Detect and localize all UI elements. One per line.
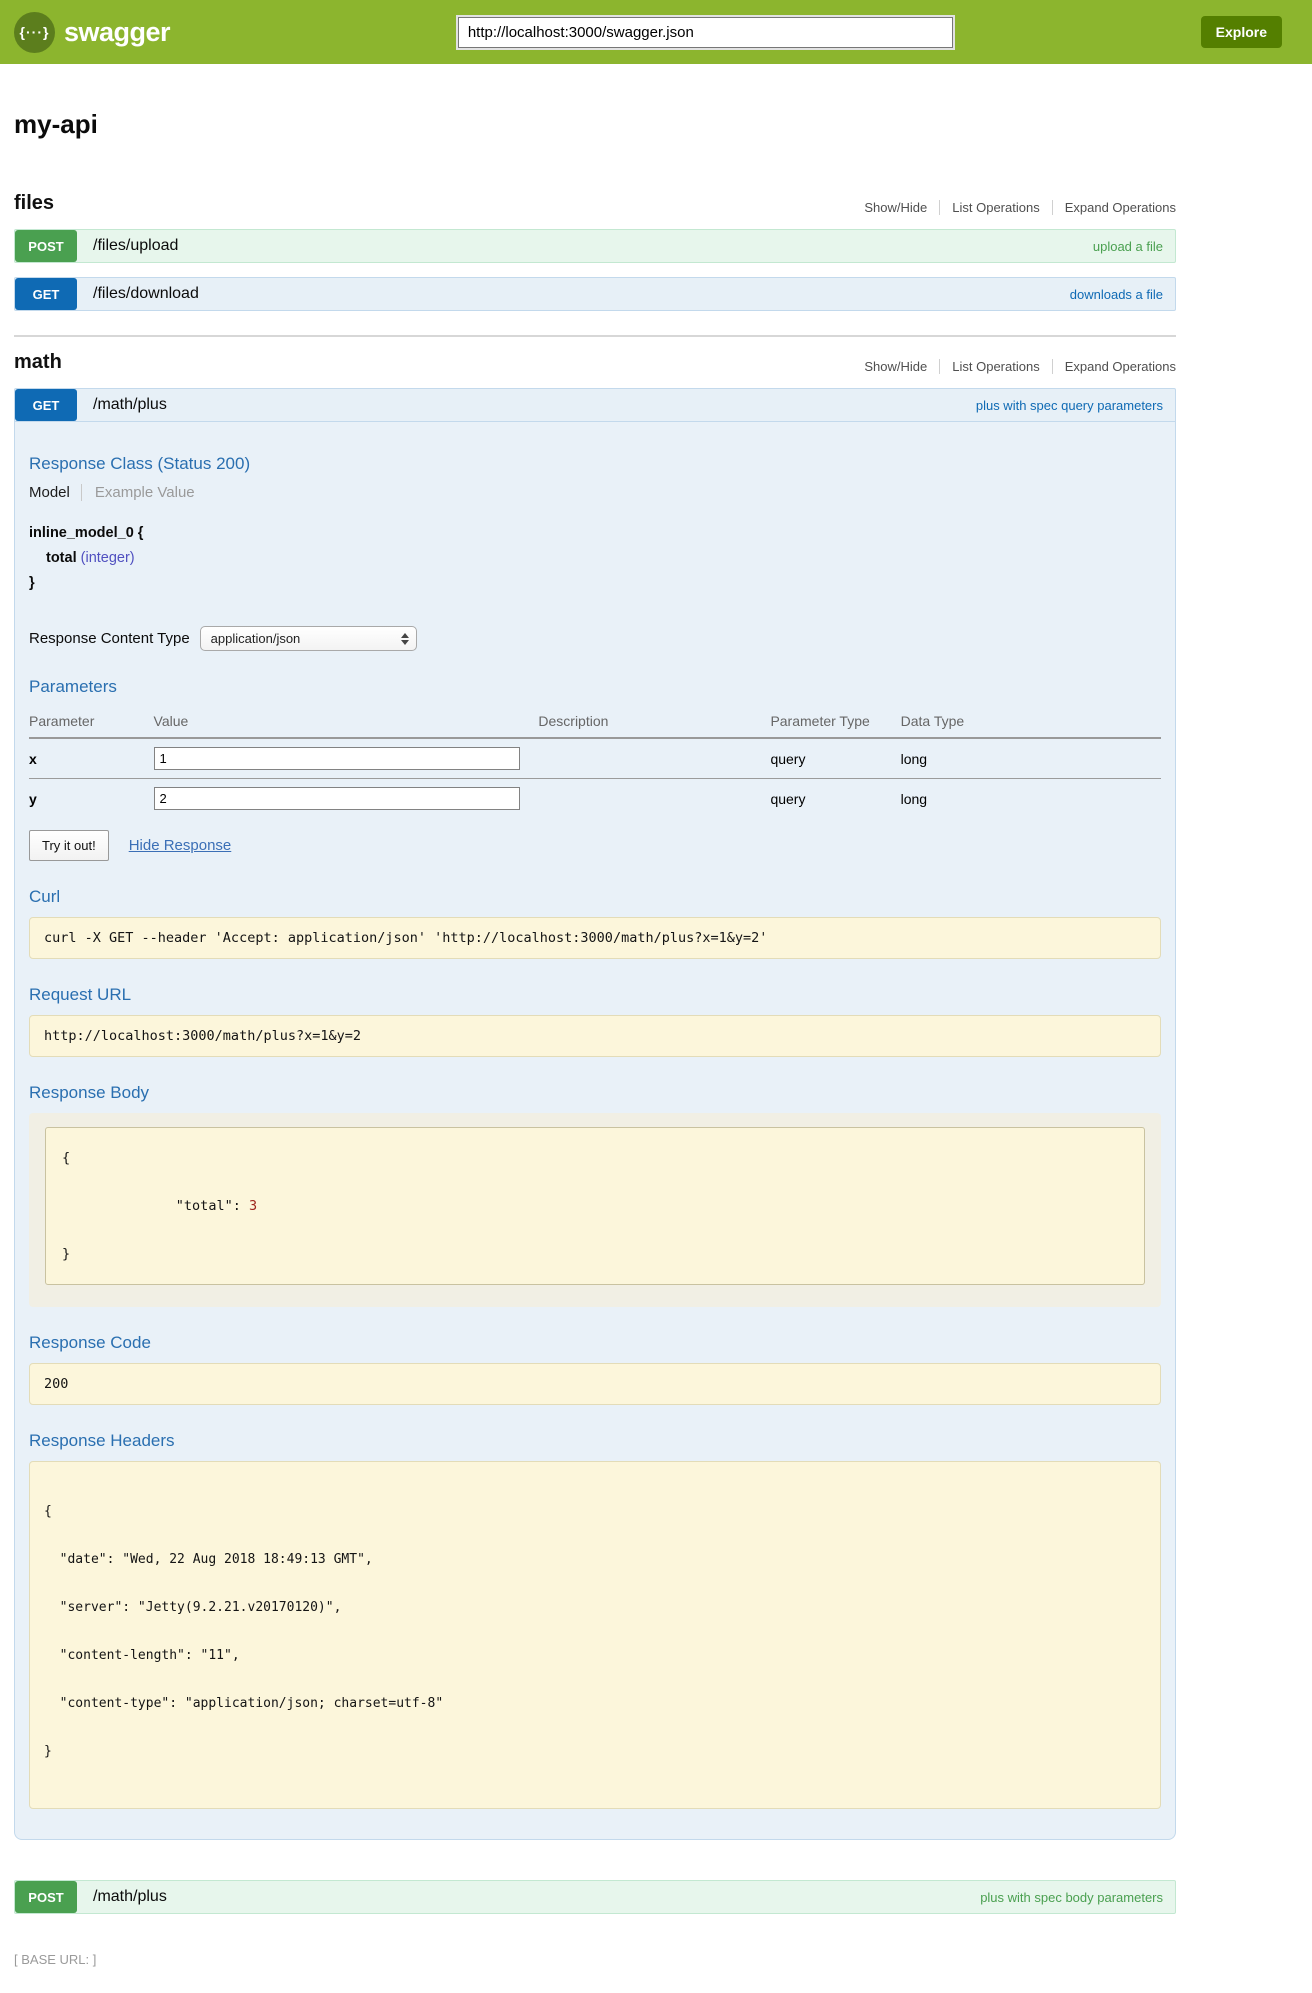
response-headers-line: "content-length": "11", [44, 1648, 1146, 1664]
section-math: math Show/Hide List Operations Expand Op… [14, 335, 1176, 1914]
param-name: x [29, 738, 154, 779]
model-prop-name: total [46, 550, 77, 566]
explore-button[interactable]: Explore [1201, 16, 1282, 48]
operation-summary[interactable]: upload a file [1093, 239, 1163, 254]
operation-row-math-plus-get: GET /math/plus plus with spec query para… [14, 388, 1176, 422]
expand-operations-link[interactable]: Expand Operations [1052, 200, 1176, 215]
curl-title: Curl [29, 887, 1161, 907]
selected-content-type: application/json [211, 631, 301, 646]
model-open-brace: inline_model_0 { [29, 521, 1161, 546]
method-badge-post[interactable]: POST [15, 1881, 77, 1913]
response-headers-line: "content-type": "application/json; chars… [44, 1696, 1146, 1712]
operation-path[interactable]: /math/plus [93, 1888, 167, 1906]
response-body-key: "total": [160, 1198, 249, 1214]
response-body-close-brace: } [62, 1242, 1128, 1266]
swagger-logo-icon: {···} [14, 12, 55, 53]
col-header-data-type: Data Type [901, 707, 1161, 738]
base-url-footer: [ BASE URL: ] [14, 1952, 1312, 1993]
col-header-description: Description [538, 707, 770, 738]
response-body-value: 3 [249, 1198, 257, 1214]
request-url-title: Request URL [29, 985, 1161, 1005]
parameters-table: Parameter Value Description Parameter Ty… [29, 707, 1161, 818]
method-badge-get[interactable]: GET [15, 278, 77, 310]
operation-row-files-upload: POST /files/upload upload a file [14, 229, 1176, 263]
section-controls: Show/Hide List Operations Expand Operati… [852, 200, 1176, 215]
url-input-wrap [170, 17, 1201, 48]
method-badge-get[interactable]: GET [15, 389, 77, 421]
operation-row-files-download: GET /files/download downloads a file [14, 277, 1176, 311]
col-header-parameter: Parameter [29, 707, 154, 738]
section-files: files Show/Hide List Operations Expand O… [14, 192, 1176, 311]
section-title-files[interactable]: files [14, 192, 54, 215]
model-prop-type: (integer) [81, 550, 135, 566]
tab-example-value[interactable]: Example Value [81, 484, 195, 501]
swagger-logo[interactable]: {···} swagger [14, 12, 170, 53]
col-header-value: Value [154, 707, 539, 738]
response-code-block: 200 [29, 1363, 1161, 1405]
list-operations-link[interactable]: List Operations [939, 359, 1051, 374]
header-bar: {···} swagger Explore [0, 0, 1312, 64]
param-name: y [29, 779, 154, 819]
param-type: query [770, 779, 900, 819]
api-title: my-api [14, 109, 1176, 140]
show-hide-link[interactable]: Show/Hide [852, 200, 939, 215]
operation-summary[interactable]: plus with spec query parameters [976, 398, 1163, 413]
operation-summary[interactable]: downloads a file [1070, 287, 1163, 302]
response-class-title: Response Class (Status 200) [29, 454, 1161, 474]
response-code-title: Response Code [29, 1333, 1161, 1353]
param-type: query [770, 738, 900, 779]
param-value-input-y[interactable] [154, 787, 520, 810]
response-headers-line: "date": "Wed, 22 Aug 2018 18:49:13 GMT", [44, 1552, 1146, 1568]
show-hide-link[interactable]: Show/Hide [852, 359, 939, 374]
param-value-input-x[interactable] [154, 747, 520, 770]
expand-operations-link[interactable]: Expand Operations [1052, 359, 1176, 374]
model-close-brace: } [29, 571, 1161, 596]
request-url-block: http://localhost:3000/math/plus?x=1&y=2 [29, 1015, 1161, 1057]
operation-path[interactable]: /math/plus [93, 396, 167, 414]
hide-response-link[interactable]: Hide Response [129, 837, 232, 854]
param-description [538, 779, 770, 819]
response-headers-line: } [44, 1744, 1146, 1760]
model-tabs: Model Example Value [29, 484, 1161, 501]
response-content-type-select[interactable]: application/json [200, 626, 417, 651]
section-controls: Show/Hide List Operations Expand Operati… [852, 359, 1176, 374]
curl-block: curl -X GET --header 'Accept: applicatio… [29, 917, 1161, 959]
list-operations-link[interactable]: List Operations [939, 200, 1051, 215]
response-headers-block: { "date": "Wed, 22 Aug 2018 18:49:13 GMT… [29, 1461, 1161, 1809]
response-headers-line: { [44, 1504, 1146, 1520]
param-row-y: y query long [29, 779, 1161, 819]
method-badge-post[interactable]: POST [15, 230, 77, 262]
operation-detail-panel: Response Class (Status 200) Model Exampl… [14, 422, 1176, 1840]
tab-model[interactable]: Model [29, 484, 81, 501]
operation-path[interactable]: /files/upload [93, 237, 178, 255]
operation-path[interactable]: /files/download [93, 285, 199, 303]
col-header-parameter-type: Parameter Type [770, 707, 900, 738]
param-description [538, 738, 770, 779]
model-signature: inline_model_0 { total (integer) } [29, 521, 1161, 596]
response-headers-line: "server": "Jetty(9.2.21.v20170120)", [44, 1600, 1146, 1616]
parameters-title: Parameters [29, 677, 1161, 697]
response-body-open-brace: { [62, 1146, 1128, 1170]
response-content-type-label: Response Content Type [29, 630, 190, 647]
brand-title: swagger [64, 17, 170, 48]
response-headers-title: Response Headers [29, 1431, 1161, 1451]
response-body-title: Response Body [29, 1083, 1161, 1103]
param-data-type: long [901, 738, 1161, 779]
operation-summary[interactable]: plus with spec body parameters [980, 1890, 1163, 1905]
param-row-x: x query long [29, 738, 1161, 779]
section-title-math[interactable]: math [14, 351, 62, 374]
api-url-input[interactable] [458, 17, 953, 48]
select-arrows-icon [401, 633, 409, 645]
response-body-block: { "total": 3 } [29, 1113, 1161, 1307]
try-it-out-button[interactable]: Try it out! [29, 830, 109, 861]
operation-row-math-plus-post: POST /math/plus plus with spec body para… [14, 1880, 1176, 1914]
param-data-type: long [901, 779, 1161, 819]
